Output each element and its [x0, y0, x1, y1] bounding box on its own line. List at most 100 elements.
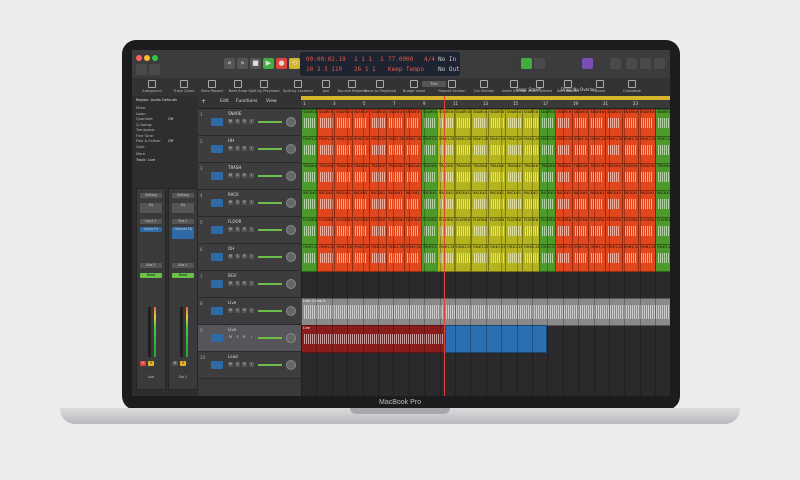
- audio-region[interactable]: RACK#1.26: [605, 190, 624, 218]
- mute-button[interactable]: M: [228, 146, 233, 151]
- pan-knob[interactable]: [286, 171, 296, 181]
- mute-button[interactable]: M: [228, 227, 233, 232]
- audio-region[interactable]: HH#1.26: [555, 136, 574, 164]
- track-header[interactable]: 1 SNARE M S R I: [198, 109, 301, 136]
- audio-region[interactable]: FLOOR#1.26: [488, 217, 507, 245]
- strip-solo-button[interactable]: S: [180, 361, 186, 366]
- volume-slider[interactable]: [258, 229, 282, 231]
- strip-fader[interactable]: [180, 307, 183, 357]
- audio-region[interactable]: RACK#1.26: [488, 190, 507, 218]
- record-enable-button[interactable]: R: [242, 254, 247, 259]
- cycle-range[interactable]: [301, 96, 670, 100]
- solo-button[interactable]: S: [235, 173, 240, 178]
- audio-region[interactable]: TRASH#1.26: [555, 163, 574, 191]
- strip-eq-display[interactable]: EQ: [172, 203, 194, 213]
- inspector-icon[interactable]: [149, 64, 160, 75]
- audio-region[interactable]: SNARE#1.26: [334, 109, 354, 137]
- audio-region[interactable]: SNARE#1.26: [588, 109, 607, 137]
- audio-region[interactable]: TRASH#1.26: [638, 163, 657, 191]
- lcd-display[interactable]: 00:00:02.18 1 1 1 10 3 3 110 26 1 1 1 77…: [300, 52, 460, 76]
- library-icon[interactable]: [136, 64, 147, 75]
- audio-region[interactable]: HH#1.26: [505, 136, 524, 164]
- tool-split-by-playhead[interactable]: Split by Playhead: [248, 78, 280, 96]
- audio-region[interactable]: SNARE#1.26: [403, 109, 423, 137]
- audio-region[interactable]: HH#1.26: [386, 136, 406, 164]
- volume-slider[interactable]: [258, 175, 282, 177]
- audio-region[interactable]: SNARE#1.26: [655, 109, 670, 137]
- volume-slider[interactable]: [258, 364, 282, 366]
- input-monitor-button[interactable]: I: [249, 308, 254, 313]
- audio-region[interactable]: HH#1.26: [403, 136, 423, 164]
- track-name[interactable]: HH: [228, 138, 234, 143]
- track-header[interactable]: 6 OH M S R I: [198, 244, 301, 271]
- track-header[interactable]: 8 Live M S R I: [198, 298, 301, 325]
- forward-button[interactable]: »: [237, 58, 248, 69]
- strip-setting-button[interactable]: Setting: [172, 193, 194, 198]
- audio-region[interactable]: TRASH#1.26: [588, 163, 607, 191]
- input-monitor-button[interactable]: I: [249, 281, 254, 286]
- pan-knob[interactable]: [286, 333, 296, 343]
- tool-move-to-playhead[interactable]: Move to Playhead: [364, 78, 396, 96]
- audio-region[interactable]: SNARE#1.26: [505, 109, 524, 137]
- strip-eq-display[interactable]: EQ: [140, 203, 162, 213]
- smart-controls-icon[interactable]: [582, 58, 593, 69]
- audio-region[interactable]: FLOOR#1.26: [655, 217, 670, 245]
- mute-button[interactable]: M: [228, 362, 233, 367]
- track-header[interactable]: 4 RACK M S R I: [198, 190, 301, 217]
- strip-read-button[interactable]: Read: [172, 273, 194, 278]
- input-monitor-button[interactable]: I: [249, 146, 254, 151]
- loop-browser-icon[interactable]: [640, 58, 651, 69]
- audio-region[interactable]: TRASH#1.26: [488, 163, 507, 191]
- audio-region[interactable]: TRASH#1.26: [571, 163, 590, 191]
- record-button[interactable]: ●: [276, 58, 287, 69]
- track-name[interactable]: FLOOR: [228, 219, 241, 224]
- input-monitor-button[interactable]: I: [249, 173, 254, 178]
- mute-button[interactable]: M: [228, 281, 233, 286]
- strip-mute-button[interactable]: M: [172, 361, 178, 366]
- minimize-window-button[interactable]: [144, 55, 150, 61]
- volume-slider[interactable]: [258, 121, 282, 123]
- solo-button[interactable]: S: [235, 119, 240, 124]
- audio-region[interactable]: HH#1.26: [488, 136, 507, 164]
- audio-region[interactable]: TRASH#1.26: [403, 163, 423, 191]
- close-window-button[interactable]: [136, 55, 142, 61]
- metronome-icon[interactable]: [508, 58, 519, 69]
- audio-region[interactable]: TRASH#1.26: [655, 163, 670, 191]
- audio-region[interactable]: HH#1.26: [605, 136, 624, 164]
- track-header[interactable]: 7 BGV M S R I: [198, 271, 301, 298]
- solo-button[interactable]: S: [235, 281, 240, 286]
- strip-mode-button[interactable]: Audio Fx: [140, 227, 162, 232]
- add-track-icon[interactable]: +: [201, 98, 206, 105]
- strip-fader[interactable]: [148, 307, 151, 357]
- track-name[interactable]: TRASH: [228, 165, 241, 170]
- audio-region[interactable]: FLOOR#1.26: [351, 217, 371, 245]
- track-header[interactable]: 2 HH M S R I: [198, 136, 301, 163]
- record-enable-button[interactable]: R: [242, 308, 247, 313]
- strip-send-button[interactable]: Bus 3: [140, 263, 162, 268]
- input-monitor-button[interactable]: I: [249, 200, 254, 205]
- audio-region[interactable]: TRASH#1.26: [334, 163, 354, 191]
- input-monitor-button[interactable]: I: [249, 362, 254, 367]
- audio-region[interactable]: SNARE#1.26: [555, 109, 574, 137]
- snap-menu[interactable]: Snap: Smart: [516, 87, 541, 92]
- audio-region[interactable]: RACK#1.26: [403, 190, 423, 218]
- input-monitor-button[interactable]: I: [249, 335, 254, 340]
- record-enable-button[interactable]: R: [242, 227, 247, 232]
- audio-region[interactable]: RACK#1.26: [571, 190, 590, 218]
- audio-region[interactable]: FLOOR#1.26: [638, 217, 657, 245]
- strip-input-button[interactable]: Bus 1: [172, 219, 194, 224]
- audio-region[interactable]: SNARE#1.26: [351, 109, 371, 137]
- audio-region[interactable]: RACK#1.26: [317, 190, 336, 218]
- pan-knob[interactable]: [286, 225, 296, 235]
- audio-region[interactable]: TRASH#1.26: [605, 163, 624, 191]
- more-inspector[interactable]: More: [136, 152, 145, 156]
- audio-region[interactable]: FLOOR#1.26: [403, 217, 423, 245]
- tool-autopunch[interactable]: Autopunch: [136, 78, 168, 96]
- solo-button[interactable]: S: [235, 146, 240, 151]
- pan-knob[interactable]: [286, 252, 296, 262]
- audio-region[interactable]: SNARE#1.26: [488, 109, 507, 137]
- audio-region[interactable]: OH#1.26: [386, 244, 406, 272]
- audio-region[interactable]: OH#1.26: [334, 244, 354, 272]
- track-name[interactable]: Live: [228, 327, 236, 332]
- audio-region[interactable]: RACK#1.26: [386, 190, 406, 218]
